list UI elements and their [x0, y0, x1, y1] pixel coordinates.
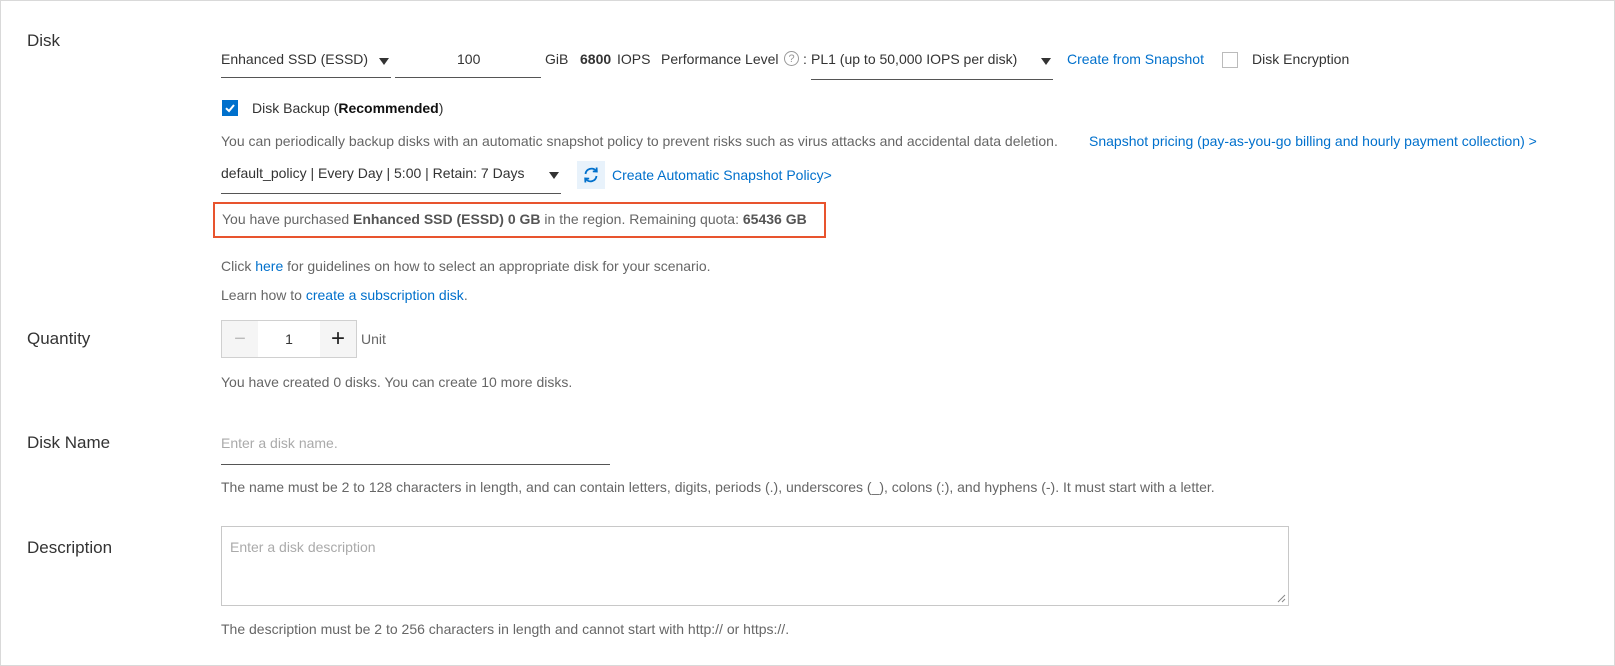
disk-size-unit: GiB [545, 51, 569, 67]
disk-type-select[interactable]: Enhanced SSD (ESSD) [221, 47, 391, 79]
disk-backup-label: Disk Backup (Recommended) [252, 100, 444, 116]
quota-text: You have purchased Enhanced SSD (ESSD) 0… [222, 211, 807, 227]
snapshot-policy-value: default_policy | Every Day | 5:00 | Reta… [221, 165, 525, 181]
quantity-stepper: − 1 + [221, 320, 357, 358]
disk-name-placeholder: Enter a disk name. [221, 435, 338, 451]
increment-button[interactable]: + [320, 321, 356, 357]
disk-name-note: The name must be 2 to 128 characters in … [221, 479, 1215, 495]
guideline-link[interactable]: here [255, 258, 283, 274]
iops-unit: IOPS [617, 51, 651, 67]
iops-value: 6800 [580, 51, 612, 67]
disk-type-value: Enhanced SSD (ESSD) [221, 51, 369, 67]
performance-level-select[interactable]: PL1 (up to 50,000 IOPS per disk) [811, 47, 1053, 80]
quantity-label: Quantity [27, 329, 91, 348]
disk-size-value: 100 [457, 51, 481, 67]
help-icon[interactable]: ? [784, 51, 799, 66]
quantity-unit: Unit [361, 331, 386, 347]
description-label: Description [27, 538, 113, 557]
resize-handle-icon[interactable] [1276, 593, 1286, 603]
disk-size-input[interactable]: 100 [395, 47, 541, 79]
disk-encryption-checkbox[interactable] [1222, 52, 1238, 68]
quantity-note: You have created 0 disks. You can create… [221, 374, 573, 390]
performance-level-colon: : [803, 51, 807, 67]
quota-notice: You have purchased Enhanced SSD (ESSD) 0… [213, 202, 826, 238]
refresh-button[interactable] [577, 161, 605, 189]
chevron-down-icon [549, 172, 559, 179]
disk-backup-checkbox[interactable] [222, 100, 238, 116]
chevron-down-icon [379, 58, 389, 65]
disk-name-input[interactable]: Enter a disk name. [221, 432, 610, 465]
disk-config-panel: Disk Enhanced SSD (ESSD) 100 GiB 6800 IO… [0, 0, 1615, 666]
chevron-down-icon [1041, 58, 1051, 65]
learn-text: Learn how to create a subscription disk. [221, 287, 468, 303]
description-note: The description must be 2 to 256 charact… [221, 621, 790, 637]
decrement-button[interactable]: − [222, 321, 258, 357]
disk-name-label: Disk Name [27, 433, 111, 452]
disk-section-label: Disk [27, 31, 61, 50]
performance-level-label: Performance Level [661, 51, 779, 67]
check-icon [225, 104, 235, 113]
snapshot-policy-select[interactable]: default_policy | Every Day | 5:00 | Reta… [221, 163, 561, 194]
description-placeholder: Enter a disk description [230, 539, 376, 555]
create-from-snapshot-link[interactable]: Create from Snapshot [1067, 51, 1204, 67]
disk-encryption-label: Disk Encryption [1252, 51, 1350, 67]
create-snapshot-policy-link[interactable]: Create Automatic Snapshot Policy> [612, 167, 832, 183]
backup-description: You can periodically backup disks with a… [221, 133, 1058, 149]
description-textarea[interactable]: Enter a disk description [221, 526, 1289, 606]
quantity-input[interactable]: 1 [258, 321, 320, 357]
performance-level-value: PL1 (up to 50,000 IOPS per disk) [811, 51, 1018, 67]
subscription-disk-link[interactable]: create a subscription disk [306, 287, 464, 303]
snapshot-pricing-link[interactable]: Snapshot pricing (pay-as-you-go billing … [1089, 133, 1537, 149]
refresh-icon [584, 167, 598, 183]
guideline-text: Click here for guidelines on how to sele… [221, 258, 711, 274]
